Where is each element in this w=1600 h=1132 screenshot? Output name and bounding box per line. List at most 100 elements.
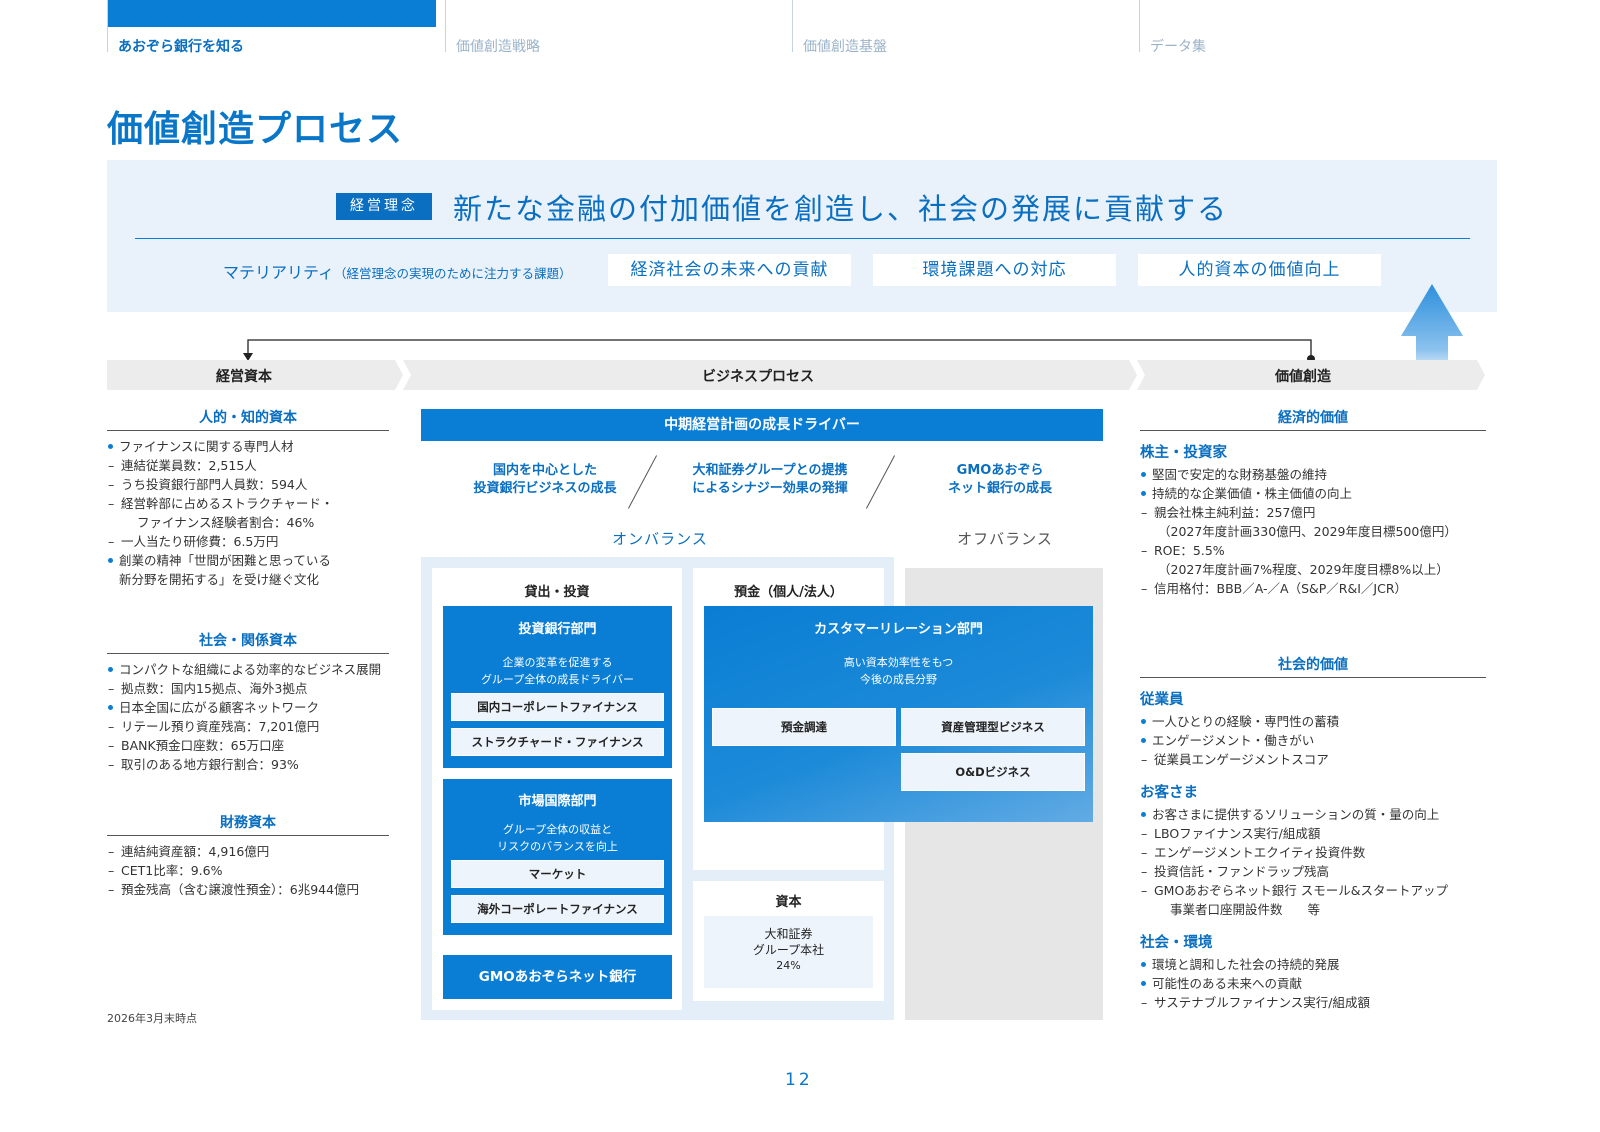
list-item: ファイナンスに関する専門人材 <box>107 437 389 456</box>
driver-ib: 国内を中心とした 投資銀行ビジネスの成長 <box>445 462 645 498</box>
flow-value-label: 価値創造 <box>1275 369 1331 385</box>
desc-line: グループ全体の収益と <box>502 823 613 836</box>
list-item: 投資信託・ファンドラップ残高 <box>1140 862 1486 881</box>
gmo-bank-box: GMOあおぞらネット銀行 <box>443 955 672 999</box>
off-balance-label: オフバランス <box>957 530 1053 548</box>
list-item: 信用格付：BBB／A-／A（S&P／R&I／JCR） <box>1140 579 1486 598</box>
list-item: お客さまに提供するソリューションの質・量の向上 <box>1140 805 1486 824</box>
human-capital-section: 人的・知的資本 ファイナンスに関する専門人材 連結従業員数：2,515人 うち投… <box>107 407 389 589</box>
growth-driver-banner: 中期経営計画の成長ドライバー <box>421 409 1103 441</box>
materiality-item-economy: 経済社会の未来への貢献 <box>608 254 851 286</box>
nav-tab-foundation[interactable]: 価値創造基盤 <box>792 0 1122 55</box>
driver-line: によるシナジー効果の発揮 <box>692 481 848 496</box>
driver-daiwa: 大和証券グループとの提携 によるシナジー効果の発揮 <box>660 462 880 498</box>
ib-dept-desc: 企業の変革を促進する グループ全体の成長ドライバー <box>443 654 672 688</box>
nav-tab-know[interactable]: あおぞら銀行を知る <box>107 0 436 55</box>
ib-item-domestic-cf: 国内コーポレートファイナンス <box>451 693 664 721</box>
list-item: ファイナンス経験者割合：46% <box>137 515 315 530</box>
driver-line: ネット銀行の成長 <box>947 481 1052 496</box>
materiality-note: （経営理念の実現のために注力する課題） <box>334 266 572 281</box>
list-item: CET1比率：9.6% <box>107 861 389 880</box>
stake-percent: 24% <box>776 959 801 972</box>
driver-line: GMOあおぞら <box>956 463 1044 478</box>
list-item: 事業者口座開設件数 等 <box>1170 902 1321 917</box>
lending-head: 貸出・投資 <box>524 585 590 600</box>
cr-item-asset-mgmt: 資産管理型ビジネス <box>901 708 1085 746</box>
social-value-title: 社会的価値 <box>1140 654 1486 678</box>
society-env-title: 社会・環境 <box>1140 935 1213 951</box>
list-item: 経営幹部に占めるストラクチャード・ <box>107 494 389 513</box>
list-item: うち投資銀行部門人員数：594人 <box>107 475 389 494</box>
list-item: 連結従業員数：2,515人 <box>107 456 389 475</box>
deposit-head: 預金（個人/法人） <box>734 585 843 600</box>
cr-dept-title: カスタマーリレーション部門 <box>814 622 983 637</box>
driver-gmo: GMOあおぞら ネット銀行の成長 <box>905 462 1095 498</box>
desc-line: リスクのバランスを向上 <box>497 840 618 853</box>
stake-line: グループ本社 <box>752 943 825 957</box>
social-capital-section: 社会・関係資本 コンパクトな組織による効率的なビジネス展開 拠点数：国内15拠点… <box>107 630 389 774</box>
page-title: 価値創造プロセス <box>107 109 404 150</box>
list-item: （2027年度計画7%程度、2029年度目標8%以上） <box>1158 562 1449 577</box>
nav-tab-label: 価値創造基盤 <box>803 39 887 55</box>
list-item: 持続的な企業価値・株主価値の向上 <box>1140 484 1486 503</box>
nav-tab-strategy[interactable]: 価値創造戦略 <box>445 0 775 55</box>
list-item: リテール預り資産残高：7,201億円 <box>107 717 389 736</box>
flow-capital-label: 経営資本 <box>216 369 272 385</box>
driver-line: 大和証券グループとの提携 <box>692 463 848 478</box>
desc-line: グループ全体の成長ドライバー <box>480 673 635 686</box>
ib-item-structured: ストラクチャード・ファイナンス <box>451 728 664 756</box>
nav-tab-label: 価値創造戦略 <box>456 39 540 55</box>
stake-line: 大和証券 <box>764 927 813 941</box>
nav-tab-data[interactable]: データ集 <box>1139 0 1469 55</box>
philosophy-text: 新たな金融の付加価値を創造し、社会の発展に貢献する <box>453 192 1229 226</box>
list-item: エンゲージメント・働きがい <box>1140 731 1486 750</box>
list-item: 親会社株主純利益：257億円 <box>1140 503 1486 522</box>
list-item: ROE：5.5% <box>1140 541 1486 560</box>
list-item: 新分野を開拓する」を受け継ぐ文化 <box>119 572 320 587</box>
materiality-title: マテリアリティ <box>223 263 335 282</box>
desc-line: 企業の変革を促進する <box>502 656 613 669</box>
list-item: 一人当たり研修費：6.5万円 <box>107 532 389 551</box>
driver-line: 国内を中心とした <box>492 463 597 478</box>
market-item-markets: マーケット <box>451 860 664 888</box>
desc-line: 今後の成長分野 <box>860 673 937 686</box>
list-item: BANK預金口座数：65万口座 <box>107 736 389 755</box>
list-item: LBOファイナンス実行/組成額 <box>1140 824 1486 843</box>
list-item: コンパクトな組織による効率的なビジネス展開 <box>107 660 389 679</box>
nav-tab-label: データ集 <box>1150 39 1206 55</box>
social-capital-title: 社会・関係資本 <box>107 630 389 654</box>
ib-dept-title: 投資銀行部門 <box>518 622 597 637</box>
social-value-section: 社会的価値 従業員 一人ひとりの経験・専門性の蓄積 エンゲージメント・働きがい … <box>1140 654 1486 1012</box>
list-item: 環境と調和した社会の持続的発展 <box>1140 955 1486 974</box>
materiality-item-human: 人的資本の価値向上 <box>1138 254 1381 286</box>
shareholders-title: 株主・投資家 <box>1140 445 1227 461</box>
list-item: （2027年度計画330億円、2029年度目標500億円） <box>1158 524 1457 539</box>
cr-item-od: O&Dビジネス <box>901 753 1085 791</box>
market-dept-desc: グループ全体の収益と リスクのバランスを向上 <box>443 821 672 855</box>
economic-value-section: 経済的価値 株主・投資家 堅固で安定的な財務基盤の維持 持続的な企業価値・株主価… <box>1140 407 1486 598</box>
philosophy-badge: 経営理念 <box>336 193 432 220</box>
materiality-label: マテリアリティ（経営理念の実現のために注力する課題） <box>223 259 572 283</box>
capital-head: 資本 <box>775 895 802 910</box>
customers-title: お客さま <box>1140 785 1198 801</box>
financial-capital-title: 財務資本 <box>107 812 389 836</box>
on-balance-label: オンバランス <box>612 530 708 548</box>
philosophy-panel <box>107 160 1497 312</box>
list-item: 一人ひとりの経験・専門性の蓄積 <box>1140 712 1486 731</box>
market-dept-title: 市場国際部門 <box>518 794 597 809</box>
list-item: サステナブルファイナンス実行/組成額 <box>1140 993 1486 1012</box>
economic-value-title: 経済的価値 <box>1140 407 1486 431</box>
page-number: 12 <box>785 1070 813 1090</box>
nav-tab-label: あおぞら銀行を知る <box>118 39 244 55</box>
list-item: 日本全国に広がる顧客ネットワーク <box>107 698 389 717</box>
list-item: 堅固で安定的な財務基盤の維持 <box>1140 465 1486 484</box>
cr-dept-desc: 高い資本効率性をもつ 今後の成長分野 <box>704 654 1093 688</box>
materiality-item-environment: 環境課題への対応 <box>873 254 1116 286</box>
desc-line: 高い資本効率性をもつ <box>843 656 954 669</box>
cr-item-deposit: 預金調達 <box>712 708 896 746</box>
employees-title: 従業員 <box>1140 692 1184 708</box>
market-item-overseas-cf: 海外コーポレートファイナンス <box>451 895 664 923</box>
list-item: エンゲージメントエクイティ投資件数 <box>1140 843 1486 862</box>
list-item: 連結純資産額：4,916億円 <box>107 842 389 861</box>
list-item: 預金残高（含む譲渡性預金）：6兆944億円 <box>107 880 389 899</box>
